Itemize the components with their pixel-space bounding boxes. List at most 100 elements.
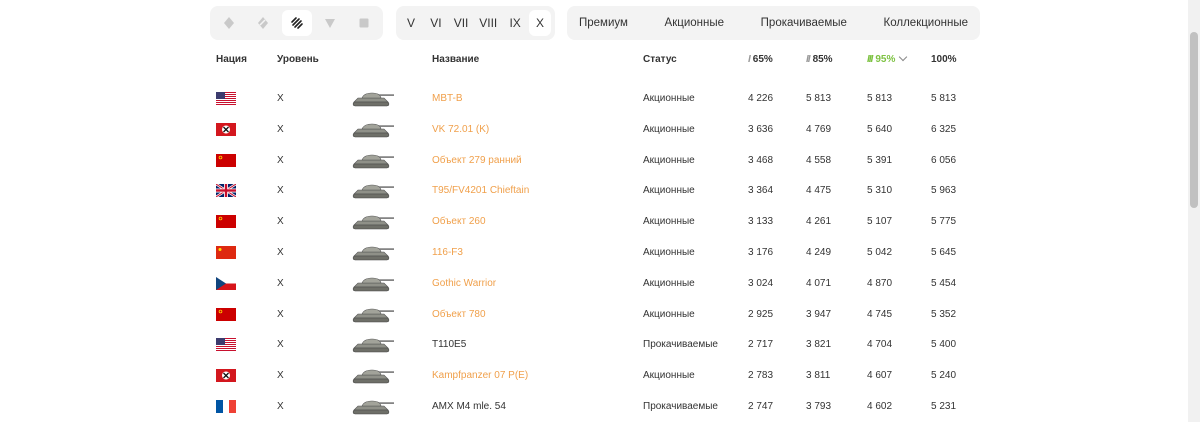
tank-name-link[interactable]: Объект 780 xyxy=(432,309,486,320)
tier-cell: X xyxy=(277,370,284,382)
tier-button-viii[interactable]: VIII xyxy=(475,10,501,36)
damage-65-cell: 3 024 xyxy=(748,277,774,289)
tier-cell: X xyxy=(277,308,284,320)
status-cell: Акционные xyxy=(643,185,695,197)
header-tier[interactable]: Уровень xyxy=(277,54,319,65)
tank-name-link[interactable]: T110E5 xyxy=(432,339,466,350)
tank-image xyxy=(350,396,396,421)
flag-ussr-icon xyxy=(216,153,236,167)
mark-one-icon: I xyxy=(748,54,751,65)
damage-100-cell: 5 454 xyxy=(931,277,957,289)
damage-100-cell: 5 645 xyxy=(931,247,957,258)
damage-65-cell: 2 747 xyxy=(748,401,774,412)
tank-name-link[interactable]: AMX M4 mle. 54 xyxy=(432,401,506,412)
damage-65-cell: 2 925 xyxy=(748,308,774,320)
damage-85-cell: 4 071 xyxy=(806,277,832,289)
filter-spg[interactable] xyxy=(349,10,379,36)
header-name[interactable]: Название xyxy=(432,54,479,65)
table-row: X 116-F3 Акционные 3 176 4 249 5 042 5 645 xyxy=(0,238,1200,269)
tank-image xyxy=(350,88,396,113)
tank-image xyxy=(350,180,396,205)
damage-85-cell: 4 475 xyxy=(806,185,832,197)
medium-tank-icon xyxy=(257,17,268,29)
header-mark-95[interactable]: III 95% xyxy=(867,52,908,65)
damage-85-cell: 3 793 xyxy=(806,401,832,412)
header-mark-85[interactable]: II 85% xyxy=(806,54,833,65)
table-row: X Kampfpanzer 07 P(E) Акционные 2 783 3 811 4… xyxy=(0,361,1200,392)
damage-65-cell: 3 364 xyxy=(748,185,774,197)
status-cell: Акционные xyxy=(643,93,695,104)
tier-cell: X xyxy=(277,247,284,258)
filter-medium-tank[interactable] xyxy=(248,10,278,36)
tier-button-ix[interactable]: IX xyxy=(504,10,526,36)
header-status[interactable]: Статус xyxy=(643,54,677,65)
status-filter: Премиум Акционные Прокачиваемые Коллекци… xyxy=(567,6,980,40)
damage-100-cell: 5 231 xyxy=(931,401,957,412)
status-filter-promo[interactable]: Акционные xyxy=(665,17,724,29)
tier-cell: X xyxy=(277,216,284,228)
heavy-tank-icon xyxy=(290,17,303,29)
tier-button-x[interactable]: X xyxy=(528,10,551,36)
status-cell: Акционные xyxy=(643,277,695,289)
tank-name-link[interactable]: 116-F3 xyxy=(432,247,463,258)
scrollbar[interactable] xyxy=(1188,0,1200,422)
table-row: X T110E5 Прокачиваемые 2 717 3 821 4 704 5 400 xyxy=(0,330,1200,361)
tier-button-v[interactable]: V xyxy=(400,10,422,36)
damage-95-cell: 5 640 xyxy=(867,123,893,135)
header-mark-65[interactable]: I 65% xyxy=(748,54,773,65)
damage-85-cell: 4 558 xyxy=(806,154,832,166)
header-100[interactable]: 100% xyxy=(931,54,957,65)
tank-destroyer-icon xyxy=(325,19,336,28)
spg-icon xyxy=(359,18,369,28)
tank-name-link[interactable]: Gothic Warrior xyxy=(432,278,496,289)
tank-image xyxy=(350,211,396,236)
tier-button-vi[interactable]: VI xyxy=(425,10,447,36)
filter-light-tank[interactable] xyxy=(214,10,244,36)
table-header: Нация Уровень Название Статус I 65% II 85%… xyxy=(0,52,1200,68)
header-65-label: 65% xyxy=(752,54,773,65)
tier-button-vii[interactable]: VII xyxy=(450,10,473,36)
tank-image xyxy=(350,365,396,390)
status-cell: Акционные xyxy=(643,247,695,258)
damage-95-cell: 4 704 xyxy=(867,339,893,351)
damage-65-cell: 2 717 xyxy=(748,339,774,351)
status-cell: Акционные xyxy=(643,154,695,166)
filter-heavy-tank[interactable] xyxy=(281,10,312,36)
status-cell: Прокачиваемые xyxy=(643,339,718,351)
damage-100-cell: 6 325 xyxy=(931,123,957,135)
damage-100-cell: 5 813 xyxy=(931,93,957,104)
table-row: X MBT-B Акционные 4 226 5 813 5 813 5 813 xyxy=(0,84,1200,115)
damage-95-cell: 5 391 xyxy=(867,154,893,166)
tank-name-link[interactable]: VK 72.01 (K) xyxy=(432,124,489,135)
status-filter-collectible[interactable]: Коллекционные xyxy=(884,17,968,29)
tank-name-link[interactable]: Объект 260 xyxy=(432,216,486,227)
tank-name-link[interactable]: MBT-B xyxy=(432,93,463,104)
damage-95-cell: 5 813 xyxy=(867,93,893,104)
damage-85-cell: 5 813 xyxy=(806,93,832,104)
status-cell: Акционные xyxy=(643,308,695,320)
tank-image xyxy=(350,304,396,329)
tier-cell: X xyxy=(277,185,284,197)
table-row: X Gothic Warrior Акционные 3 024 4 071 4 870 5… xyxy=(0,269,1200,300)
light-tank-icon xyxy=(224,17,234,29)
flag-china-icon xyxy=(216,246,236,259)
scrollbar-thumb[interactable] xyxy=(1190,32,1198,208)
damage-65-cell: 3 176 xyxy=(748,247,774,258)
header-nation[interactable]: Нация xyxy=(216,54,247,65)
tank-name-link[interactable]: Kampfpanzer 07 P(E) xyxy=(432,370,528,381)
filter-tank-destroyer[interactable] xyxy=(315,10,345,36)
damage-85-cell: 4 769 xyxy=(806,123,832,135)
damage-100-cell: 5 963 xyxy=(931,185,957,197)
mark-three-icon: III xyxy=(867,54,873,65)
damage-85-cell: 3 811 xyxy=(806,370,831,382)
damage-100-cell: 5 400 xyxy=(931,339,957,351)
tank-name-link[interactable]: Объект 279 ранний xyxy=(432,155,522,166)
flag-usa-icon xyxy=(216,92,236,105)
tank-name-link[interactable]: T95/FV4201 Chieftain xyxy=(432,185,529,196)
status-filter-researchable[interactable]: Прокачиваемые xyxy=(761,17,847,29)
status-filter-premium[interactable]: Премиум xyxy=(579,17,628,29)
header-85-label: 85% xyxy=(812,54,833,65)
table-row: X AMX M4 mle. 54 Прокачиваемые 2 747 3 793 4 … xyxy=(0,392,1200,422)
damage-100-cell: 5 352 xyxy=(931,308,957,320)
sort-chevron-icon xyxy=(899,52,908,62)
